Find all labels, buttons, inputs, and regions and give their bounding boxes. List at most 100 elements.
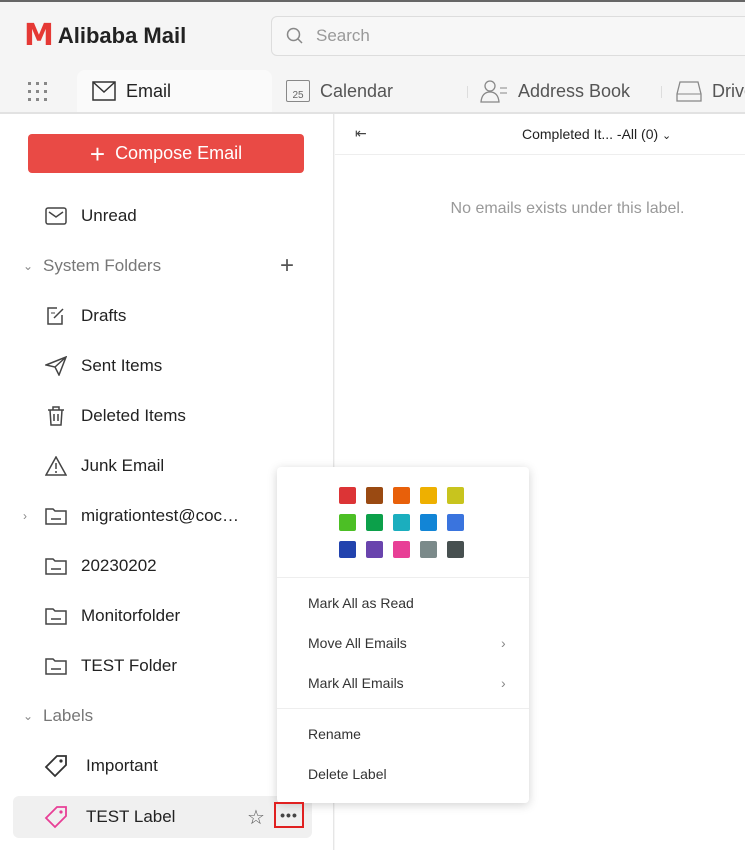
tab-label: Email — [126, 80, 172, 101]
color-swatch[interactable] — [339, 541, 356, 558]
trash-icon — [44, 404, 68, 428]
tab-label: Calendar — [320, 80, 394, 101]
color-swatch[interactable] — [366, 541, 383, 558]
tab-divider — [661, 86, 662, 98]
section-label: Labels — [43, 706, 94, 725]
section-label: System Folders — [43, 256, 162, 275]
envelope-icon — [92, 81, 116, 101]
chevron-down-icon: ⌄ — [23, 259, 34, 273]
tab-label: Address Book — [518, 80, 631, 101]
item-label: 20230202 — [81, 556, 157, 575]
plus-icon: + — [89, 138, 106, 169]
item-label: TEST Label — [86, 807, 176, 826]
menu-item-rename[interactable]: Rename — [308, 726, 361, 742]
menu-item-delete-label[interactable]: Delete Label — [308, 766, 387, 782]
folder-icon — [44, 504, 68, 528]
app-logo[interactable]: M Alibaba Mail — [24, 18, 187, 53]
color-swatch[interactable] — [420, 487, 437, 504]
tag-icon — [44, 805, 68, 829]
color-swatch[interactable] — [339, 514, 356, 531]
color-swatch[interactable] — [393, 514, 410, 531]
tab-label: Drive — [712, 80, 745, 101]
drafts-icon — [44, 304, 68, 328]
app-tabs: Email 25 Calendar Address Book Drive — [0, 70, 745, 112]
color-swatch[interactable] — [420, 541, 437, 558]
apps-grid-icon[interactable] — [28, 82, 48, 102]
color-swatch[interactable] — [366, 487, 383, 504]
menu-item-label: Delete Label — [308, 766, 387, 782]
star-icon[interactable]: ☆ — [247, 805, 265, 830]
tab-address-book[interactable]: Address Book — [480, 70, 630, 112]
item-label: migrationtest@coc… — [81, 506, 240, 525]
list-header: ⇤ Completed It... -All (0) ⌄ — [335, 114, 745, 155]
sidebar-item-drafts[interactable]: Drafts — [0, 296, 334, 336]
item-label: Unread — [81, 206, 137, 225]
logo-mark-icon: M — [24, 18, 54, 53]
item-label: Drafts — [81, 306, 127, 325]
menu-item-move-all[interactable]: Move All Emails › — [308, 635, 518, 651]
warning-icon — [44, 454, 68, 478]
item-label: Monitorfolder — [81, 606, 181, 625]
compose-label: Compose Email — [115, 143, 243, 163]
tab-divider — [467, 86, 468, 98]
sidebar-item-deleted[interactable]: Deleted Items — [0, 396, 334, 436]
color-swatch[interactable] — [339, 487, 356, 504]
system-folders-header[interactable]: ⌄ System Folders + — [0, 246, 334, 286]
tab-calendar[interactable]: 25 Calendar — [286, 70, 393, 112]
chevron-right-icon: › — [23, 509, 27, 523]
item-label: Deleted Items — [81, 406, 186, 425]
tab-email[interactable]: Email — [77, 70, 272, 112]
folder-icon — [44, 554, 68, 578]
item-label: Important — [86, 756, 158, 775]
collapse-sidebar-icon[interactable]: ⇤ — [355, 125, 367, 142]
tag-icon — [44, 754, 68, 778]
label-context-menu: Mark All as Read Move All Emails › Mark A… — [277, 467, 529, 803]
contact-icon — [480, 80, 507, 103]
chevron-down-icon: ⌄ — [23, 709, 34, 723]
compose-button[interactable]: + Compose Email — [28, 134, 304, 173]
search-icon — [286, 27, 303, 44]
tab-drive[interactable]: Drive — [676, 70, 745, 112]
filter-label: Completed It... -All (0) — [522, 126, 659, 142]
app-name: Alibaba Mail — [57, 23, 187, 48]
sidebar-item-unread[interactable]: Unread — [0, 196, 334, 236]
send-icon — [44, 354, 68, 378]
menu-item-mark-all[interactable]: Mark All Emails › — [308, 675, 518, 691]
menu-item-mark-all-read[interactable]: Mark All as Read — [308, 595, 414, 611]
item-label: Sent Items — [81, 356, 163, 375]
chevron-right-icon: › — [501, 635, 506, 651]
color-swatch[interactable] — [420, 514, 437, 531]
drive-icon — [676, 81, 702, 102]
item-label: Junk Email — [81, 456, 165, 475]
color-swatch[interactable] — [447, 487, 464, 504]
more-icon: ••• — [280, 807, 298, 823]
window-top-border — [0, 0, 745, 2]
color-swatch[interactable] — [393, 541, 410, 558]
folder-icon — [44, 604, 68, 628]
color-swatch[interactable] — [393, 487, 410, 504]
color-swatch[interactable] — [366, 514, 383, 531]
menu-item-label: Mark All Emails — [308, 675, 404, 691]
filter-dropdown[interactable]: Completed It... -All (0) ⌄ — [522, 126, 671, 142]
more-options-button[interactable]: ••• — [274, 802, 304, 828]
menu-item-label: Mark All as Read — [308, 595, 414, 611]
search-placeholder: Search — [316, 26, 370, 45]
chevron-down-icon: ⌄ — [662, 130, 672, 142]
item-label: TEST Folder — [81, 656, 178, 675]
chevron-right-icon: › — [501, 675, 506, 691]
menu-item-label: Rename — [308, 726, 361, 742]
menu-divider — [277, 708, 529, 709]
menu-item-label: Move All Emails — [308, 635, 407, 651]
color-swatch[interactable] — [447, 514, 464, 531]
sidebar-item-sent[interactable]: Sent Items — [0, 346, 334, 386]
color-swatch[interactable] — [447, 541, 464, 558]
menu-divider — [277, 577, 529, 578]
empty-message: No emails exists under this label. — [450, 200, 685, 217]
calendar-icon: 25 — [286, 80, 310, 102]
search-input[interactable]: Search — [271, 16, 745, 56]
envelope-icon — [44, 204, 68, 228]
folder-icon — [44, 654, 68, 678]
color-palette — [339, 487, 464, 558]
sidebar-label-test[interactable]: TEST Label ☆ — [13, 796, 312, 838]
add-folder-icon[interactable]: + — [280, 252, 294, 280]
